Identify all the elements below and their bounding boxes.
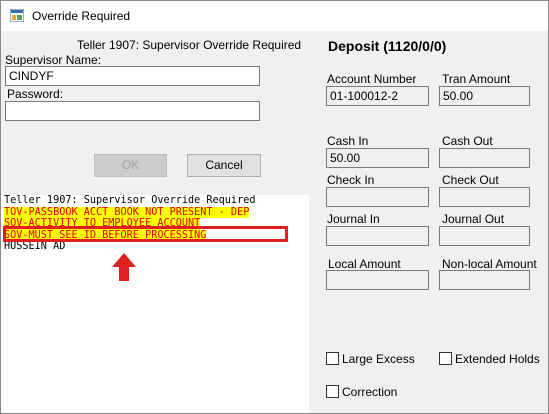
check-out-field — [439, 187, 530, 207]
supervisor-name-input[interactable]: CINDYF — [5, 66, 260, 86]
ok-button[interactable]: OK — [94, 154, 167, 177]
correction-label: Correction — [342, 385, 398, 399]
password-input[interactable] — [5, 101, 260, 121]
check-in-field — [326, 187, 429, 207]
log-line: Teller 1907: Supervisor Override Require… — [4, 195, 256, 206]
cancel-button[interactable]: Cancel — [187, 154, 261, 177]
supervisor-name-label: Supervisor Name: — [5, 53, 102, 67]
check-in-label: Check In — [327, 173, 375, 187]
cash-in-field: 50.00 — [326, 148, 429, 168]
title-bar: Override Required — [1, 1, 548, 31]
window-app-icon — [9, 8, 25, 23]
log-line: HUSSEIN AD — [4, 241, 66, 252]
deposit-panel: Deposit (1120/0/0) Account Number 01-100… — [309, 31, 548, 413]
nonlocal-amount-label: Non-local Amount — [442, 257, 537, 271]
override-panel: Teller 1907: Supervisor Override Require… — [1, 31, 309, 413]
large-excess-label: Large Excess — [342, 352, 415, 366]
password-label: Password: — [7, 87, 64, 101]
tran-amount-label: Tran Amount — [442, 72, 511, 86]
large-excess-checkbox[interactable] — [326, 352, 339, 365]
cash-out-field — [439, 148, 530, 168]
account-number-field: 01-100012-2 — [326, 86, 429, 106]
nonlocal-amount-field — [439, 270, 530, 290]
override-header: Teller 1907: Supervisor Override Require… — [77, 38, 302, 52]
local-amount-field — [326, 270, 429, 290]
journal-in-field — [326, 226, 429, 246]
account-number-label: Account Number — [327, 72, 417, 86]
journal-out-label: Journal Out — [442, 212, 505, 226]
override-message-log: Teller 1907: Supervisor Override Require… — [1, 195, 309, 413]
tran-amount-field: 50.00 — [439, 86, 530, 106]
correction-checkbox[interactable] — [326, 385, 339, 398]
log-line: TOV-PASSBOOK ACCT BOOK NOT PRESENT - DEP — [4, 206, 250, 218]
local-amount-label: Local Amount — [328, 257, 401, 271]
cash-in-label: Cash In — [327, 134, 369, 148]
highlight-annotation-box — [3, 226, 288, 242]
extended-holds-checkbox[interactable] — [439, 352, 452, 365]
journal-in-label: Journal In — [327, 212, 380, 226]
override-window: Override Required Teller 1907: Superviso… — [0, 0, 549, 414]
check-out-label: Check Out — [442, 173, 499, 187]
window-title: Override Required — [32, 9, 131, 23]
extended-holds-label: Extended Holds — [455, 352, 540, 366]
deposit-title: Deposit (1120/0/0) — [328, 38, 447, 54]
cash-out-label: Cash Out — [442, 134, 493, 148]
journal-out-field — [439, 226, 530, 246]
up-arrow-icon — [112, 253, 136, 281]
